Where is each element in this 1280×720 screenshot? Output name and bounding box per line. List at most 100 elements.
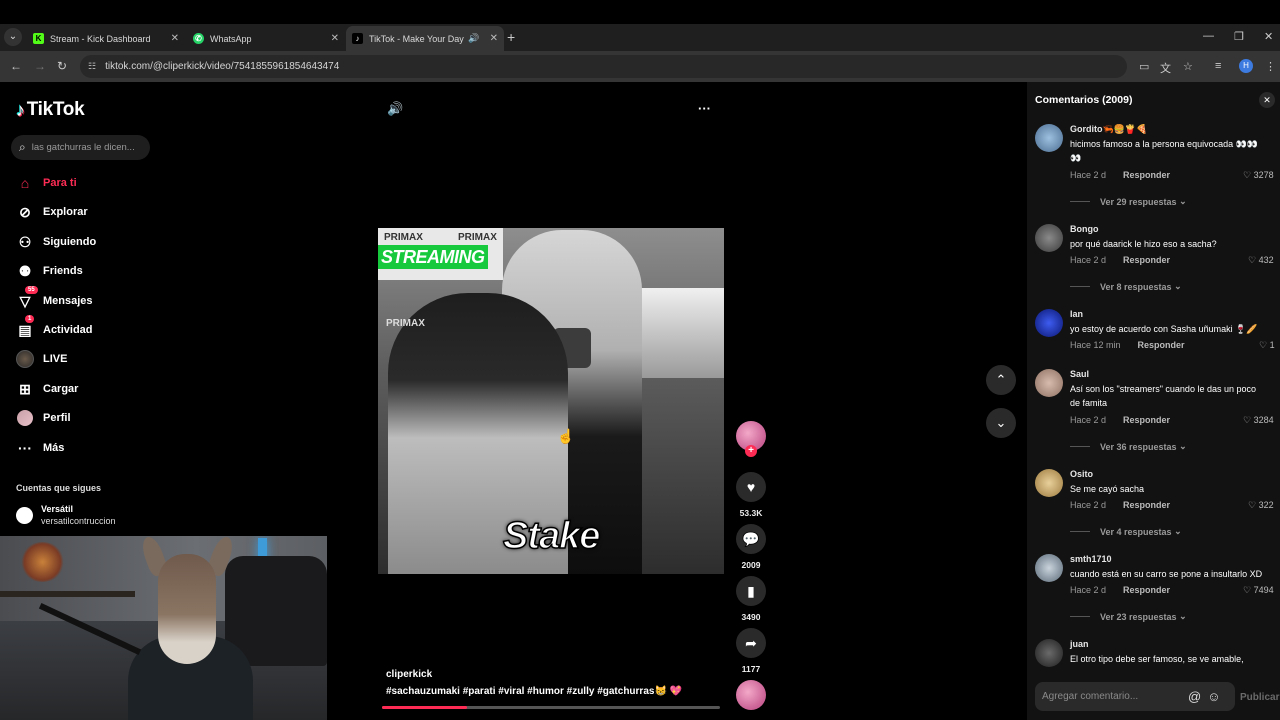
view-replies-button[interactable]: Ver 29 respuestas ⌄ <box>1070 196 1187 207</box>
avatar[interactable] <box>1035 469 1063 497</box>
browser-profile-avatar[interactable]: H <box>1239 59 1253 73</box>
comment-user[interactable]: Bongo <box>1070 224 1099 234</box>
nav-explorar[interactable]: ⊘ Explorar <box>16 200 88 224</box>
bookmark-star-icon[interactable]: ☆ <box>1183 60 1193 73</box>
restore-icon[interactable]: ❐ <box>1234 30 1244 43</box>
new-tab-button[interactable]: + <box>507 29 515 45</box>
media-controls-icon[interactable]: ≡ <box>1215 60 1221 72</box>
comment-input[interactable] <box>1042 691 1182 702</box>
nav-live[interactable]: LIVE <box>16 347 67 371</box>
previous-video-button[interactable]: ⌃ <box>986 365 1016 395</box>
minimize-icon[interactable]: — <box>1203 30 1214 42</box>
view-replies-button[interactable]: Ver 23 respuestas ⌄ <box>1070 611 1187 622</box>
comment-icon[interactable]: 💬 <box>736 524 766 554</box>
share-button[interactable]: ➦ 1177 <box>736 628 766 674</box>
reply-button[interactable]: Responder <box>1123 415 1170 425</box>
heart-outline-icon[interactable]: ♡ <box>1243 585 1251 595</box>
tab-audio-icon[interactable]: 🔊 <box>468 33 479 44</box>
heart-outline-icon[interactable]: ♡ <box>1248 500 1256 510</box>
comment-like[interactable]: ♡ 3278 <box>1243 170 1274 181</box>
share-icon[interactable]: ➦ <box>736 628 766 658</box>
view-replies-button[interactable]: Ver 8 respuestas ⌄ <box>1070 281 1182 292</box>
nav-friends[interactable]: ⚉ Friends <box>16 259 83 283</box>
search-icon[interactable]: ⌕ <box>19 140 26 155</box>
volume-icon[interactable]: 🔊 <box>387 101 403 117</box>
avatar[interactable]: + <box>736 421 766 457</box>
comment-input-box[interactable]: @ ☺ <box>1035 682 1235 711</box>
avatar[interactable] <box>1035 309 1063 337</box>
reply-button[interactable]: Responder <box>1123 585 1170 595</box>
heart-outline-icon[interactable]: ♡ <box>1259 340 1267 350</box>
nav-mas[interactable]: ··· Más <box>16 436 64 460</box>
followed-account[interactable]: Versátil versatilcontruccion <box>16 503 116 527</box>
close-tab-icon[interactable]: ✕ <box>331 33 339 44</box>
avatar[interactable] <box>1035 124 1063 152</box>
site-info-icon[interactable]: ☷ <box>88 61 96 72</box>
more-options-icon[interactable]: ··· <box>698 101 711 116</box>
tab-kick[interactable]: K Stream - Kick Dashboard ✕ <box>27 26 185 51</box>
comment-user[interactable]: Saul <box>1070 369 1089 379</box>
back-icon[interactable]: ← <box>10 59 22 73</box>
mention-icon[interactable]: @ <box>1188 689 1201 704</box>
search-input[interactable] <box>31 142 137 153</box>
music-disc-button[interactable] <box>736 680 766 710</box>
like-button[interactable]: ♥ 53.3K <box>736 472 766 518</box>
browser-menu-icon[interactable]: ⋮ <box>1265 60 1276 73</box>
comment-like[interactable]: ♡ 432 <box>1248 255 1274 266</box>
heart-outline-icon[interactable]: ♡ <box>1243 170 1251 180</box>
heart-icon[interactable]: ♥ <box>736 472 766 502</box>
nav-actividad[interactable]: ▤ 1 Actividad <box>16 315 93 342</box>
bookmark-icon[interactable]: ▮ <box>736 576 766 606</box>
follow-plus-icon[interactable]: + <box>745 445 757 457</box>
tab-search-button[interactable]: ⌄ <box>4 28 22 46</box>
view-replies-button[interactable]: Ver 4 respuestas ⌄ <box>1070 526 1182 537</box>
avatar[interactable] <box>1035 224 1063 252</box>
nav-mensajes[interactable]: ▽ 55 Mensajes <box>16 286 93 313</box>
comment-user[interactable]: Gordito🦐🍔🍟🍕 <box>1070 124 1147 135</box>
comment-like[interactable]: ♡ 1 <box>1259 340 1275 351</box>
reply-button[interactable]: Responder <box>1123 500 1170 510</box>
close-tab-icon[interactable]: ✕ <box>490 33 498 44</box>
creator-avatar-button[interactable]: + <box>736 421 766 457</box>
address-bar[interactable]: ☷ tiktok.com/@cliperkick/video/754185596… <box>80 55 1127 78</box>
avatar[interactable] <box>1035 369 1063 397</box>
nav-cargar[interactable]: ⊞ Cargar <box>16 377 78 401</box>
forward-icon[interactable]: → <box>34 59 46 73</box>
heart-outline-icon[interactable]: ♡ <box>1248 255 1256 265</box>
music-disc-icon[interactable] <box>736 680 766 710</box>
save-button[interactable]: ▮ 3490 <box>736 576 766 622</box>
next-video-button[interactable]: ⌄ <box>986 408 1016 438</box>
reply-button[interactable]: Responder <box>1123 170 1170 180</box>
comment-user[interactable]: Ian <box>1070 309 1083 319</box>
tiktok-logo[interactable]: ♪ TikTok <box>16 99 85 121</box>
avatar[interactable] <box>1035 639 1063 667</box>
close-comments-button[interactable]: ✕ <box>1259 92 1275 108</box>
reply-button[interactable]: Responder <box>1138 340 1185 350</box>
heart-outline-icon[interactable]: ♡ <box>1243 415 1251 425</box>
tab-whatsapp[interactable]: ✆ WhatsApp ✕ <box>187 26 345 51</box>
install-app-icon[interactable]: ▭ <box>1139 60 1149 73</box>
comment-like[interactable]: ♡ 7494 <box>1243 585 1274 596</box>
video-hashtags[interactable]: #sachauzumaki #parati #viral #humor #zul… <box>386 686 682 697</box>
translate-icon[interactable]: 文 <box>1160 60 1171 76</box>
comment-like[interactable]: ♡ 322 <box>1248 500 1274 511</box>
reply-button[interactable]: Responder <box>1123 255 1170 265</box>
tab-tiktok[interactable]: ♪ TikTok - Make Your Day 🔊 ✕ <box>346 26 504 51</box>
nav-perfil[interactable]: Perfil <box>16 406 71 430</box>
close-window-icon[interactable]: ✕ <box>1264 30 1273 43</box>
nav-siguiendo[interactable]: ⚇ Siguiendo <box>16 230 96 254</box>
comment-user[interactable]: Osito <box>1070 469 1093 479</box>
nav-para-ti[interactable]: ⌂ Para ti <box>16 171 77 195</box>
close-tab-icon[interactable]: ✕ <box>171 33 179 44</box>
emoji-icon[interactable]: ☺ <box>1207 689 1220 704</box>
video-progress-bar[interactable] <box>382 706 720 709</box>
comment-user[interactable]: smth1710 <box>1070 554 1112 564</box>
reload-icon[interactable]: ↻ <box>57 59 67 73</box>
video-author[interactable]: cliperkick <box>386 669 432 680</box>
avatar[interactable] <box>1035 554 1063 582</box>
comment-button[interactable]: 💬 2009 <box>736 524 766 570</box>
comment-like[interactable]: ♡ 3284 <box>1243 415 1274 426</box>
comment-user[interactable]: juan <box>1070 639 1089 649</box>
video-player[interactable]: PRIMAX PRIMAX STREAMING PRIMAX Stake <box>378 228 724 574</box>
view-replies-button[interactable]: Ver 36 respuestas ⌄ <box>1070 441 1187 452</box>
